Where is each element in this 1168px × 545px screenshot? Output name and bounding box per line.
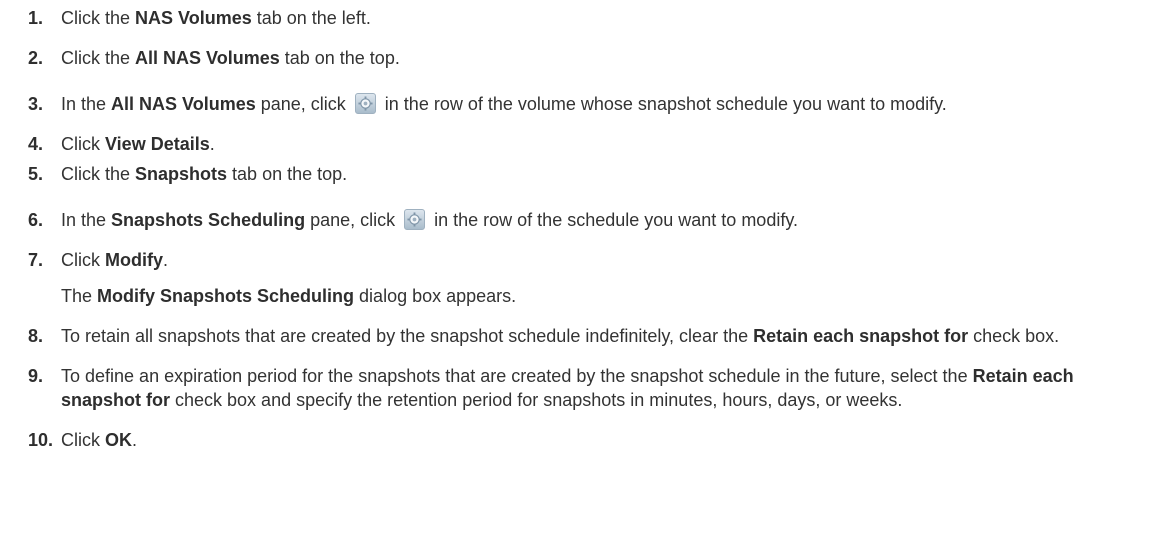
step-number: 9. [28,366,44,386]
ui-term: NAS Volumes [135,8,252,28]
ui-term: All NAS Volumes [135,48,280,68]
ui-term: View Details [105,134,210,154]
step-number: 3. [28,94,44,114]
ui-term: Modify Snapshots Scheduling [97,286,355,306]
ui-term: Modify [105,250,163,270]
step-3: 3. In the All NAS Volumes pane, click in … [28,92,947,114]
ui-term: Snapshots [135,164,228,184]
gear-icon [404,208,426,230]
step-number: 1. [28,8,44,28]
ui-term: All NAS Volumes [111,94,256,114]
step-4: 4. Click View Details. [28,134,215,154]
ui-term: OK [105,430,132,450]
step-number: 7. [28,250,44,270]
step-2: 2. Click the All NAS Volumes tab on the t… [28,48,400,68]
step-6: 6. In the Snapshots Scheduling pane, clic… [28,208,798,230]
ui-term: Retain each snapshot for [753,326,969,346]
step-10: 10. Click OK. [28,430,138,450]
step-7-result: The Modify Snapshots Scheduling dialog b… [61,286,517,306]
step-number: 4. [28,134,44,154]
step-number: 2. [28,48,44,68]
step-number: 10. [28,430,54,450]
step-7: 7. Click Modify. [28,250,169,270]
gear-icon [354,92,376,114]
step-8: 8. To retain all snapshots that are creat… [28,326,1060,346]
step-1: 1. Click the NAS Volumes tab on the left. [28,8,371,28]
step-9: 9. To define an expiration period for the… [28,366,1074,410]
ui-term: Snapshots Scheduling [111,210,306,230]
step-number: 6. [28,210,44,230]
step-number: 8. [28,326,44,346]
step-number: 5. [28,164,44,184]
step-5: 5. Click the Snapshots tab on the top. [28,164,348,184]
procedure-steps: 1. Click the NAS Volumes tab on the left.… [0,0,1168,452]
